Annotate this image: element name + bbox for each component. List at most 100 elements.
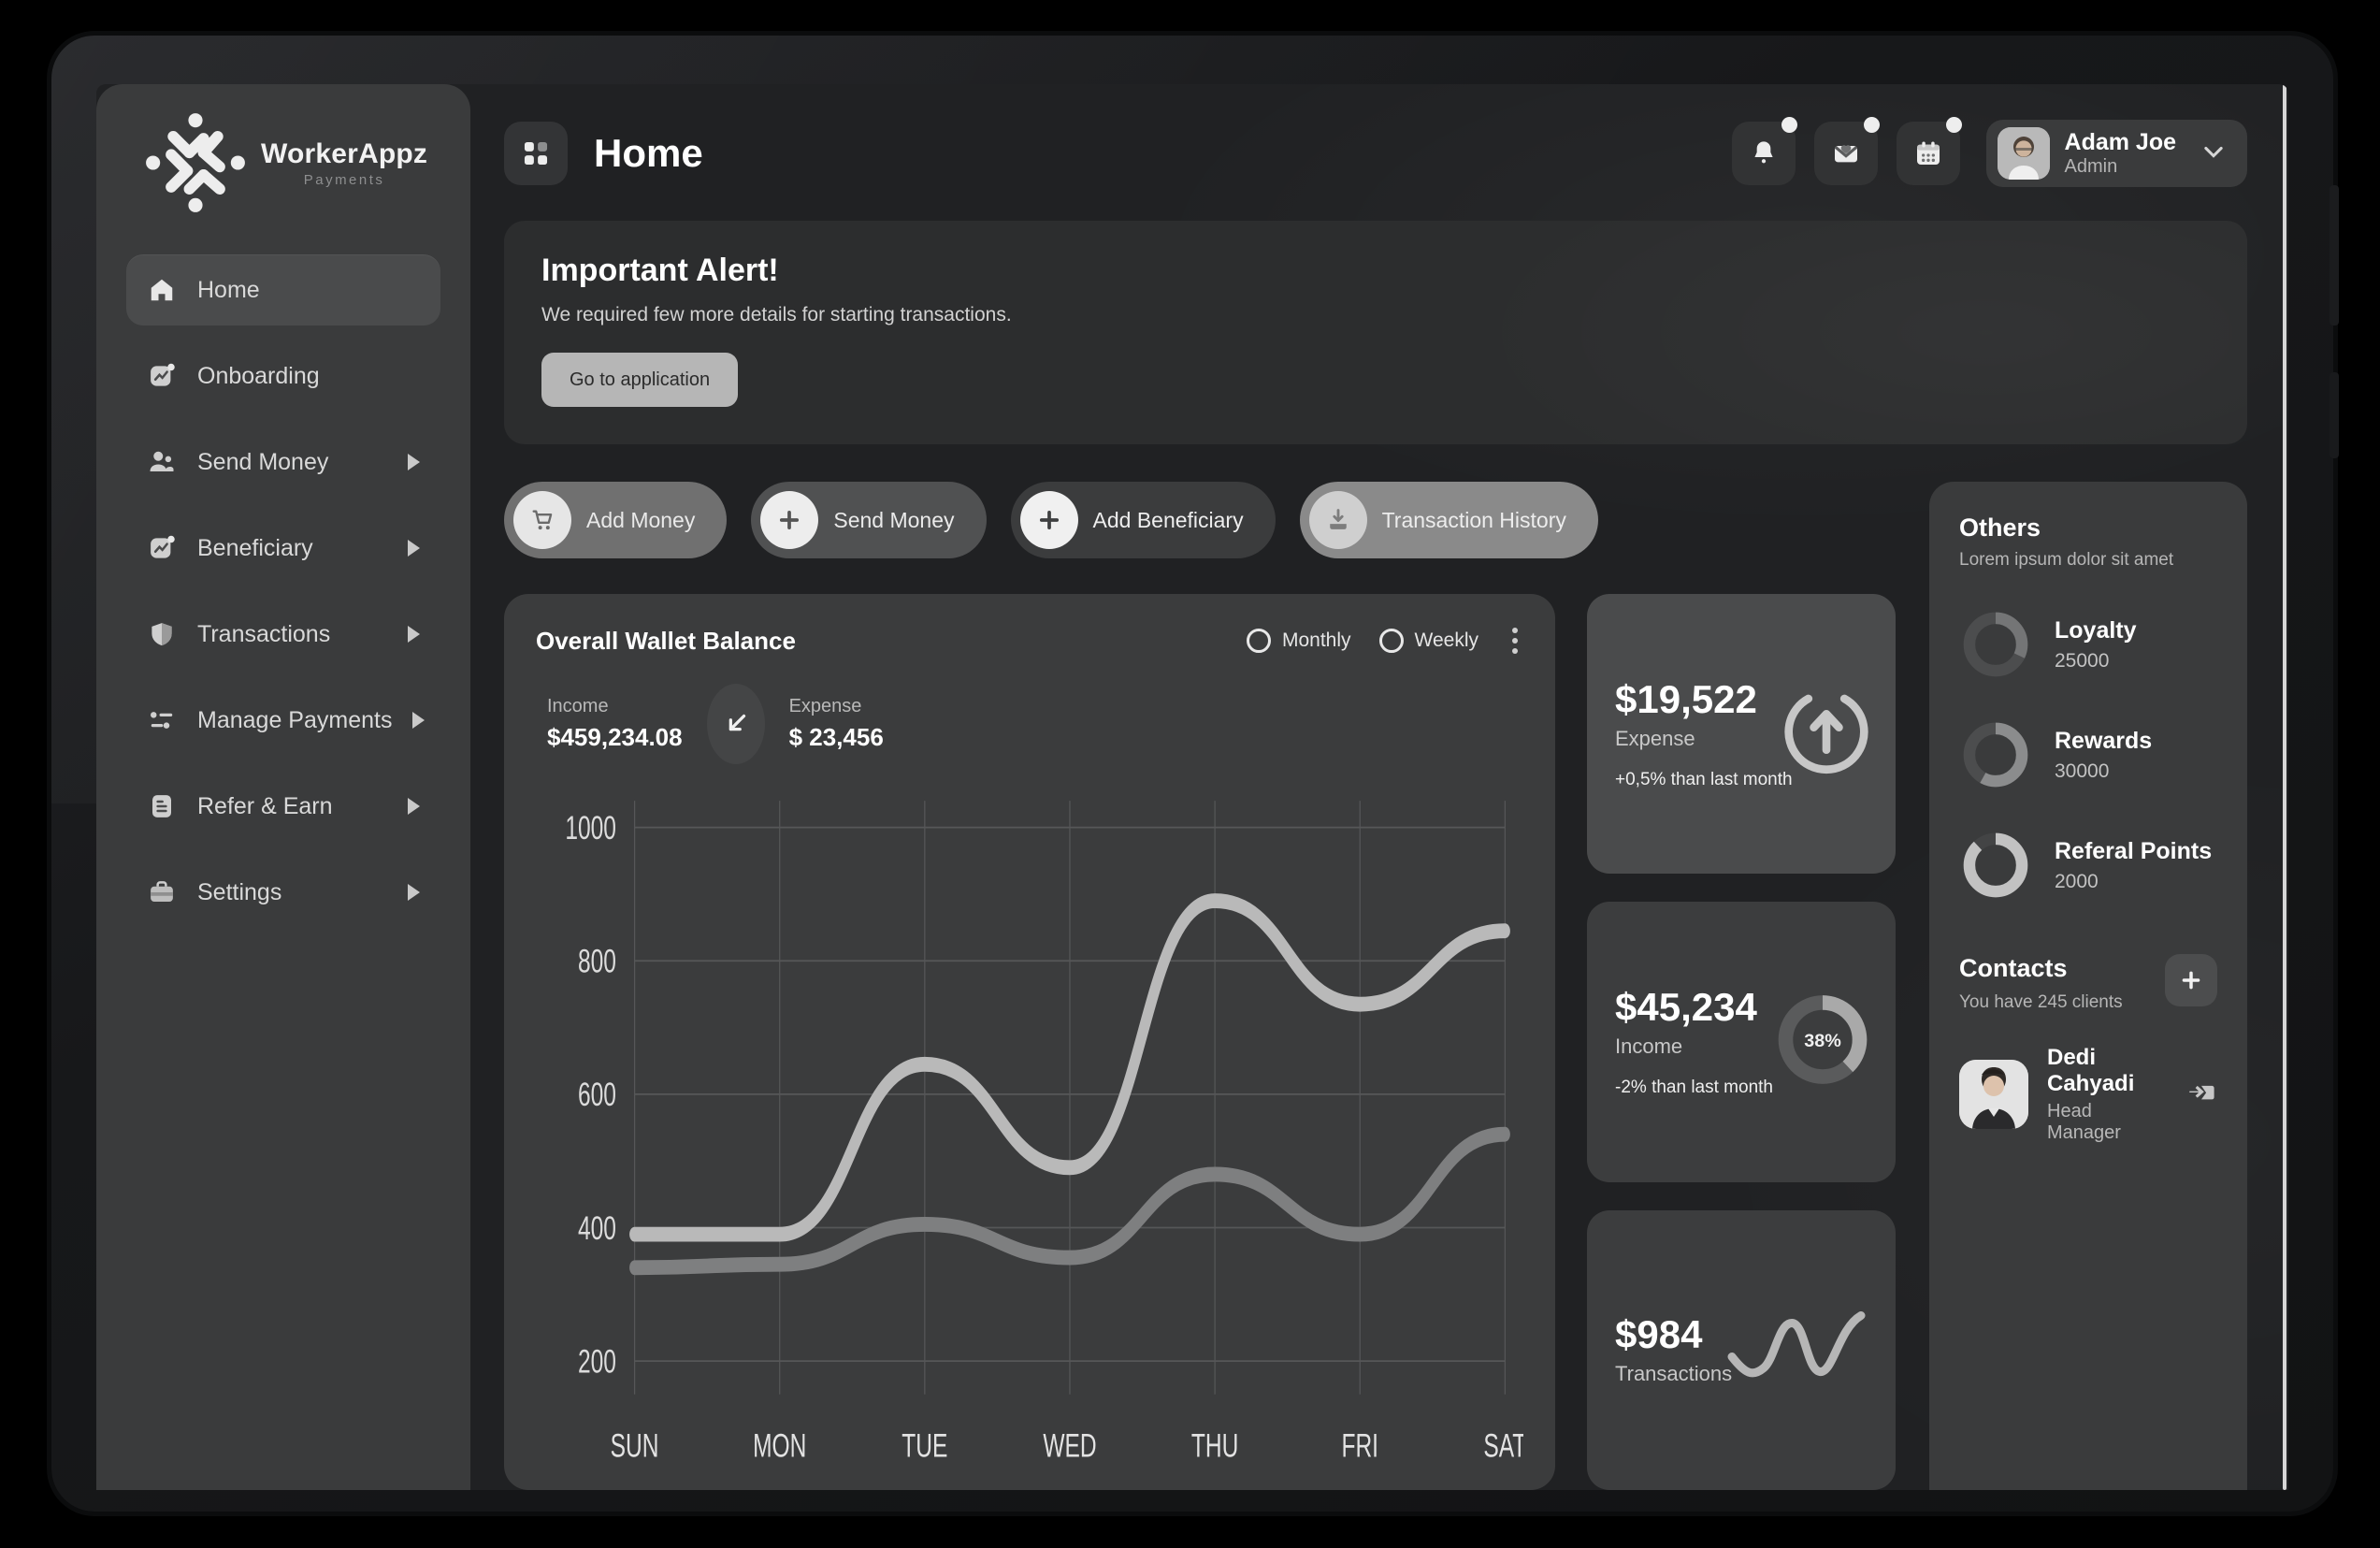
chart-square-icon [147,361,177,391]
others-subtitle: Lorem ipsum dolor sit amet [1959,550,2174,570]
sparkline-icon [1722,1301,1871,1399]
stat-card-income[interactable]: $45,234 Income -2% than last month 38% [1587,902,1896,1182]
radio-icon [1247,629,1271,653]
avatar [1997,127,2050,180]
chart-and-stats-row: Overall Wallet Balance Monthly Weekly In… [504,594,1896,1490]
period-option-monthly[interactable]: Monthly [1247,629,1351,653]
contact-avatar [1959,1060,2028,1129]
sidebar-item-transactions[interactable]: Transactions [126,599,440,670]
alert-description: We required few more details for startin… [541,304,1012,326]
others-item-value: 30000 [2055,760,2110,782]
profile-name: Adam Joe [2064,128,2176,155]
circle-arrow-up-icon [1781,687,1871,781]
svg-text:TUE: TUE [902,1427,947,1464]
wallet-balance-card: Overall Wallet Balance Monthly Weekly In… [504,594,1555,1490]
sidebar-item-label: Settings [197,878,282,905]
chart-svg: 200 400 600 800 1000 SUN MON TUE WED THU FRI SAT [565,801,1523,1465]
quick-action-label: Add Beneficiary [1092,507,1244,532]
sidebar-item-label: Refer & Earn [197,792,333,819]
contact-text: Dedi Cahyadi Head Manager [2047,1045,2148,1144]
workerappz-logo-icon [146,113,245,212]
svg-text:FRI: FRI [1341,1427,1378,1464]
sidebar-item-home[interactable]: Home [126,254,440,326]
chevron-right-icon [408,540,420,557]
wallet-line-chart: 200 400 600 800 1000 SUN MON TUE WED THU FRI SAT [536,781,1523,1490]
radio-icon [1378,629,1404,653]
others-item-rewards[interactable]: Rewards 30000 [1959,718,2217,791]
contact-name: Dedi Cahyadi [2047,1045,2135,1096]
chart-square-icon [147,533,177,563]
quick-action-label: Transaction History [1381,507,1566,532]
go-to-application-button[interactable]: Go to application [541,353,739,407]
donut-chart-icon: 38% [1774,991,1871,1092]
sidebar-item-label: Send Money [197,448,329,475]
transaction-history-button[interactable]: Transaction History [1299,482,1598,558]
others-panel: Others Lorem ipsum dolor sit amet Loyalt… [1929,482,2247,1490]
profile-menu[interactable]: Adam Joe Admin [1985,120,2247,187]
svg-text:400: 400 [578,1210,616,1247]
plus-icon [1019,491,1078,549]
stat-card-expense[interactable]: $19,522 Expense +0,5% than last month [1587,594,1896,875]
cart-icon [513,491,571,549]
stat-card-transactions[interactable]: $984 Transactions [1587,1209,1896,1490]
others-item-referal-points[interactable]: Referal Points 2000 [1959,829,2217,902]
contact-list-item[interactable]: Dedi Cahyadi Head Manager [1959,1045,2217,1144]
add-beneficiary-button[interactable]: Add Beneficiary [1010,482,1276,558]
progress-ring-icon [1963,612,2028,677]
app-screen: WorkerAppz Payments Home Onboarding Send… [96,84,2288,1490]
sidebar-item-settings[interactable]: Settings [126,857,440,928]
stats-column: $19,522 Expense +0,5% than last month $4… [1587,594,1896,1490]
brand: WorkerAppz Payments [126,84,440,254]
profile-role: Admin [2064,156,2118,178]
notification-badge-dot [1781,117,1797,133]
home-icon [147,275,177,305]
download-icon [1308,491,1367,549]
svg-text:SAT: SAT [1483,1427,1523,1464]
period-option-weekly[interactable]: Weekly [1378,629,1478,653]
sidebar-item-label: Transactions [197,620,331,647]
page-scrollbar[interactable] [2283,84,2286,1490]
grid-icon[interactable] [504,122,568,185]
send-money-button[interactable]: Send Money [751,482,987,558]
svg-text:600: 600 [578,1077,616,1113]
main-content: Home Adam Joe Admin Important Alert! We … [470,84,2288,1490]
others-item-text: Referal Points 2000 [2055,838,2212,893]
sidebar: WorkerAppz Payments Home Onboarding Send… [96,84,470,1490]
income-label: Income [547,696,609,716]
chevron-right-icon [408,884,420,901]
brand-text: WorkerAppz Payments [261,138,427,188]
content-left-column: Add Money Send Money Add Beneficiary Tra… [504,482,1896,1490]
progress-ring-icon [1963,722,2028,788]
plus-icon [760,491,819,549]
tablet-frame: WorkerAppz Payments Home Onboarding Send… [51,36,2339,1512]
period-label: Weekly [1414,629,1478,651]
shield-heart-icon [147,619,177,649]
quick-actions: Add Money Send Money Add Beneficiary Tra… [504,482,1896,558]
others-item-name: Referal Points [2055,837,2213,864]
sidebar-item-send-money[interactable]: Send Money [126,427,440,498]
sidebar-item-manage-payments[interactable]: Manage Payments [126,685,440,756]
notifications-button[interactable] [1731,117,1797,185]
sidebar-item-refer-earn[interactable]: Refer & Earn [126,771,440,842]
chevron-down-icon [2200,138,2227,169]
contact-role: Head Manager [2047,1101,2121,1143]
sidebar-item-label: Home [197,276,260,303]
others-item-text: Loyalty 25000 [2055,617,2137,673]
sidebar-item-label: Beneficiary [197,534,313,561]
svg-text:SUN: SUN [611,1427,659,1464]
sidebar-item-label: Manage Payments [197,706,393,733]
add-contact-button[interactable] [2165,954,2217,1006]
add-money-button[interactable]: Add Money [504,482,728,558]
sidebar-item-onboarding[interactable]: Onboarding [126,340,440,412]
contacts-subtitle: You have 245 clients [1959,992,2123,1012]
others-item-value: 2000 [2055,870,2099,892]
kebab-menu-icon[interactable] [1507,622,1523,659]
send-mail-icon[interactable] [2185,1077,2217,1113]
calendar-button[interactable] [1896,117,1962,185]
messages-badge-dot [1863,117,1880,133]
sidebar-item-beneficiary[interactable]: Beneficiary [126,513,440,584]
svg-text:200: 200 [578,1343,616,1380]
others-item-loyalty[interactable]: Loyalty 25000 [1959,608,2217,681]
alert-title: Important Alert! [541,253,779,288]
messages-button[interactable] [1813,117,1880,185]
